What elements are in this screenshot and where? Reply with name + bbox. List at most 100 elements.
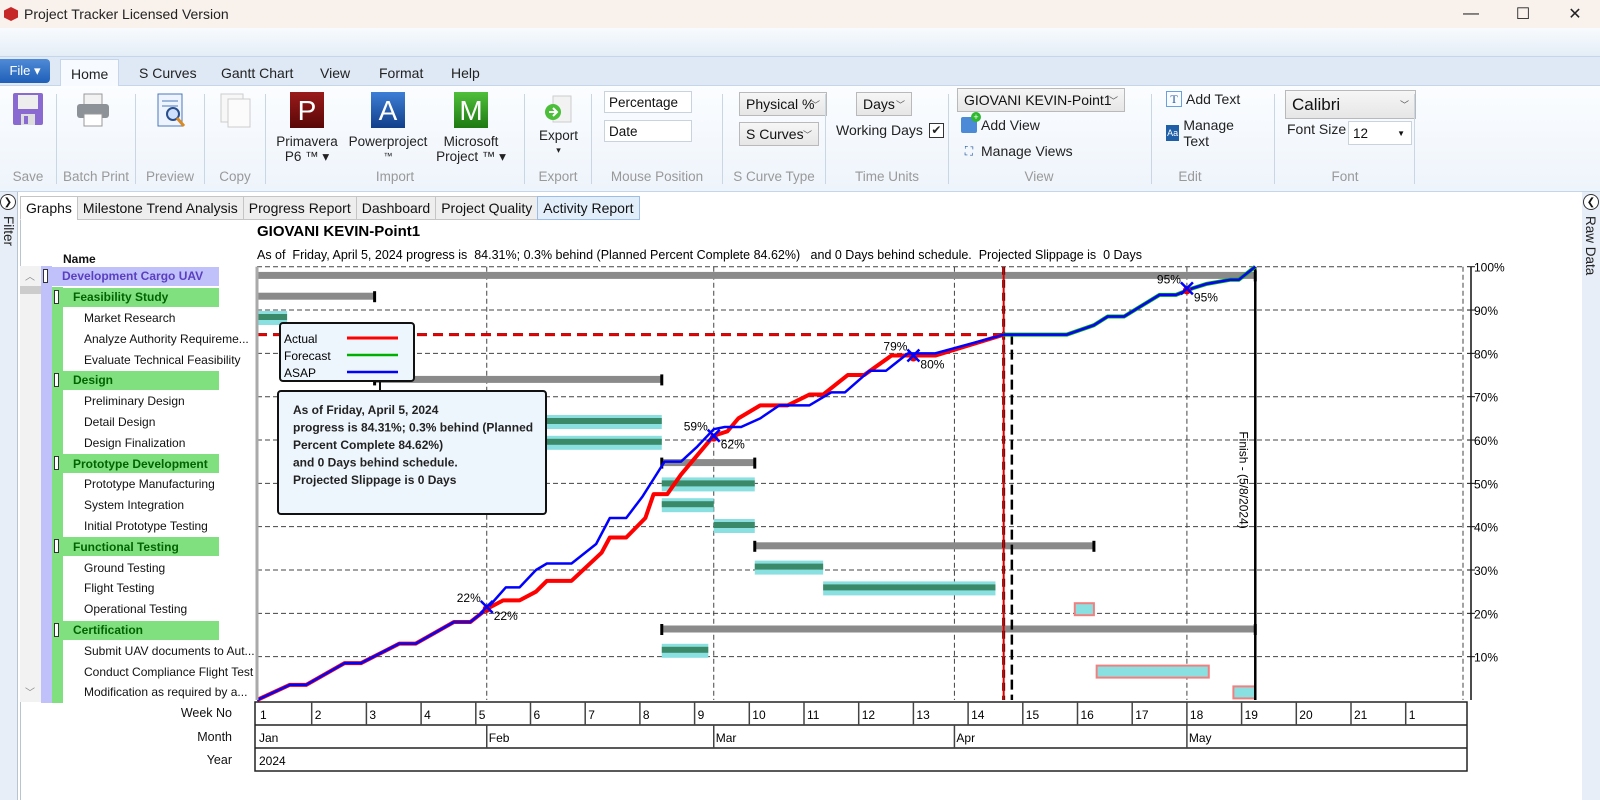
font-family-dropdown[interactable]: Calibri ﹀	[1285, 90, 1416, 119]
tree-row-name: Market Research	[84, 310, 176, 325]
tree-task-row[interactable]: Submit UAV documents to Aut...	[20, 640, 255, 662]
tab-milestone-trend-analysis[interactable]: Milestone Trend Analysis	[76, 196, 244, 220]
tree-task-row[interactable]: Preliminary Design	[20, 390, 250, 412]
manage-views-label: Manage Views	[981, 143, 1073, 159]
outline-level-1-bar	[52, 390, 63, 412]
tab-project-quality[interactable]: Project Quality	[435, 196, 539, 220]
ribbon-separator	[1414, 94, 1415, 184]
outline-level-0-bar	[41, 661, 52, 682]
view-selector-value: GIOVANI KEVIN-Point1	[964, 92, 1112, 108]
preview-button[interactable]	[156, 92, 188, 130]
group-copy: Copy	[205, 86, 265, 190]
tree-task-row[interactable]: Initial Prototype Testing	[20, 515, 250, 537]
expand-raw-data-icon[interactable]: ❮	[1583, 194, 1599, 210]
tree-row-name: Evaluate Technical Feasibility	[84, 352, 241, 367]
group-mouse-position: Percentage Date Mouse Position	[592, 86, 722, 190]
tree-task-row[interactable]: Analyze Authority Requireme...	[20, 328, 250, 350]
time-units-dropdown[interactable]: Days ﹀	[856, 92, 912, 116]
collapse-toggle-icon[interactable]	[54, 622, 59, 637]
import-primavera-button[interactable]: P Primavera P6 ™ ▾	[276, 92, 338, 164]
tree-task-row[interactable]: Evaluate Technical Feasibility	[20, 349, 250, 370]
tab-format[interactable]: Format	[369, 59, 433, 87]
tree-task-row[interactable]: Conduct Compliance Flight Test	[20, 661, 253, 682]
tree-task-row[interactable]: Prototype Manufacturing	[20, 474, 250, 495]
tree-task-row[interactable]: System Integration	[20, 494, 250, 516]
tree-task-row[interactable]: Ground Testing	[20, 557, 250, 578]
tree-summary-row[interactable]: Certification	[20, 619, 250, 641]
copy-button[interactable]	[219, 92, 253, 130]
raw-data-panel-label[interactable]: Raw Data	[1583, 216, 1598, 275]
copy-icon	[220, 93, 251, 128]
tree-row-name: System Integration	[84, 498, 185, 513]
collapse-toggle-icon[interactable]	[54, 539, 59, 554]
mouse-date-field[interactable]: Date	[604, 120, 692, 142]
export-dropdown-arrow: ▾	[556, 145, 561, 155]
tab-dashboard[interactable]: Dashboard	[355, 196, 437, 220]
manage-views-button[interactable]: ⛶ Manage Views	[961, 143, 1073, 159]
powerproject-label: Powerproject	[348, 134, 428, 149]
s-curves-dropdown[interactable]: S Curves ﹀	[739, 122, 819, 146]
tree-row-name: Initial Prototype Testing	[84, 518, 208, 533]
tab-s-curves[interactable]: S Curves	[129, 59, 207, 87]
maximize-button[interactable]: ☐	[1500, 2, 1546, 26]
tab-gantt-chart[interactable]: Gantt Chart	[211, 59, 303, 87]
view-selector-dropdown[interactable]: GIOVANI KEVIN-Point1 ﹀	[957, 88, 1125, 112]
outline-level-1-bar	[52, 307, 63, 329]
collapse-toggle-icon[interactable]	[54, 456, 59, 471]
tab-help[interactable]: Help	[441, 59, 490, 87]
tree-summary-row[interactable]: Feasibility Study	[20, 286, 250, 308]
minimize-button[interactable]: —	[1448, 2, 1494, 26]
outline-level-0-bar	[41, 494, 52, 516]
add-view-button[interactable]: + Add View	[961, 112, 1040, 133]
group-label-s-curve-type: S Curve Type	[733, 169, 815, 184]
export-button[interactable]: Export ▾	[539, 92, 578, 158]
tree-task-row[interactable]: Design Finalization	[20, 432, 250, 454]
outline-level-0-bar	[41, 411, 52, 433]
filter-panel-label[interactable]: Filter	[1, 216, 16, 246]
raw-data-panel-collapsed[interactable]: ❮ Raw Data	[1582, 192, 1600, 800]
tree-task-row[interactable]: Modification as required by a...	[20, 682, 250, 703]
tree-summary-row[interactable]: Functional Testing	[20, 536, 250, 558]
mouse-percentage-field[interactable]: Percentage	[604, 91, 692, 113]
group-label-time-units: Time Units	[854, 169, 919, 184]
tab-progress-report[interactable]: Progress Report	[242, 196, 357, 220]
manage-text-button[interactable]: Aa Manage Text	[1166, 117, 1250, 149]
physical-percent-dropdown[interactable]: Physical % ﹀	[739, 92, 827, 116]
add-text-button[interactable]: T Add Text	[1166, 91, 1240, 107]
collapse-toggle-icon[interactable]	[54, 289, 59, 304]
collapse-toggle-icon[interactable]	[43, 269, 48, 283]
group-view: GIOVANI KEVIN-Point1 ﹀ + Add View ⛶ Manage …	[949, 86, 1129, 190]
tree-task-row[interactable]: Detail Design	[20, 411, 250, 433]
tree-summary-row[interactable]: Prototype Development	[20, 453, 250, 474]
tab-view[interactable]: View	[310, 59, 360, 87]
font-size-value: 12	[1353, 125, 1369, 141]
outline-level-0-bar	[41, 682, 52, 703]
save-button[interactable]	[12, 92, 44, 126]
tab-home[interactable]: Home	[60, 59, 120, 87]
tree-task-row[interactable]: Flight Testing	[20, 578, 250, 599]
collapse-toggle-icon[interactable]	[54, 373, 59, 387]
tab-activity-report[interactable]: Activity Report	[537, 196, 640, 220]
import-msproject-button[interactable]: M Microsoft Project ™ ▾	[436, 92, 506, 164]
font-size-dropdown[interactable]: 12 ▼	[1348, 121, 1412, 145]
batch-print-button[interactable]	[75, 92, 111, 128]
window-title: Project Tracker Licensed Version	[24, 6, 229, 22]
tab-graphs[interactable]: Graphs	[20, 196, 78, 220]
tree-task-row[interactable]: Market Research	[20, 307, 250, 329]
tree-summary-row[interactable]: Development Cargo UAV	[20, 266, 250, 287]
tree-row-name: Functional Testing	[73, 539, 179, 554]
outline-level-0-bar	[41, 432, 52, 454]
filter-panel-collapsed[interactable]: ❯ Filter	[0, 192, 18, 800]
file-menu-button[interactable]: File ▾	[0, 59, 50, 83]
close-button[interactable]: ✕	[1552, 2, 1598, 26]
group-label-import: Import	[375, 169, 415, 184]
tree-summary-row[interactable]: Design	[20, 370, 250, 391]
tree-task-row[interactable]: Operational Testing	[20, 598, 250, 620]
expand-filter-icon[interactable]: ❯	[0, 194, 16, 210]
working-days-checkbox[interactable]: ✔	[928, 122, 944, 138]
ribbon: Save Batch Print Preview Copy P Primaver…	[0, 86, 1600, 192]
outline-level-1-bar	[52, 598, 63, 620]
group-export: Export ▾ Export	[525, 86, 591, 190]
working-days-toggle[interactable]: Working Days ✔	[836, 122, 944, 138]
import-powerproject-button[interactable]: A Powerproject ™	[348, 92, 428, 164]
